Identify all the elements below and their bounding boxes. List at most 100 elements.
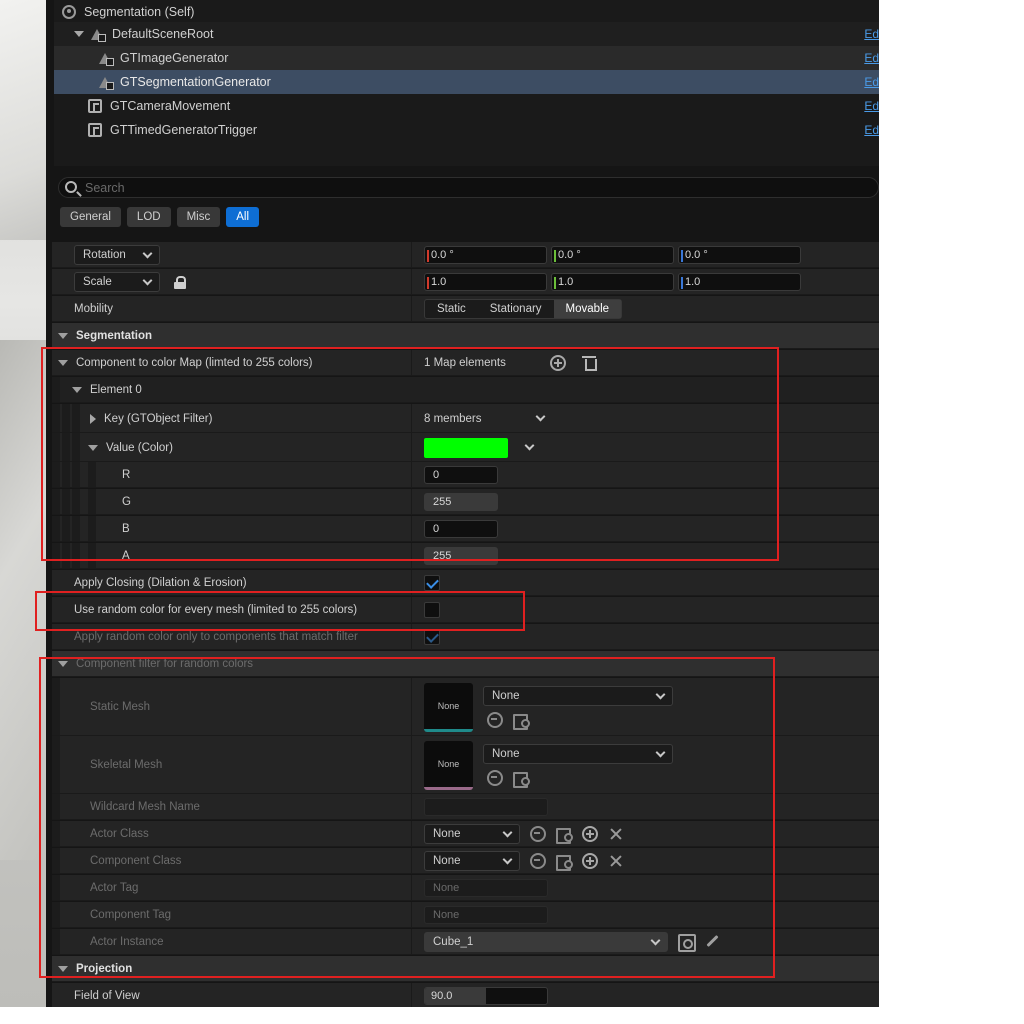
viewport-light xyxy=(0,0,46,240)
rotation-y-field[interactable]: 0.0 ° xyxy=(551,246,674,264)
use-selected-icon[interactable] xyxy=(487,712,503,728)
browse-asset-icon[interactable] xyxy=(556,853,573,871)
use-selected-icon[interactable] xyxy=(487,770,503,786)
tree-item-label: GTImageGenerator xyxy=(120,51,229,65)
browse-asset-icon[interactable] xyxy=(556,826,573,844)
edit-link[interactable]: Ed xyxy=(864,123,879,137)
element-0-row: Element 0 xyxy=(52,377,879,403)
r-row: R 0 xyxy=(52,462,879,488)
skeletal-mesh-dropdown[interactable]: None xyxy=(483,744,673,764)
add-element-icon[interactable] xyxy=(549,355,566,371)
actor-instance-label: Actor Instance xyxy=(90,936,164,948)
color-map-row: Component to color Map (limted to 255 co… xyxy=(52,350,879,376)
delete-icon[interactable] xyxy=(581,355,598,371)
scale-dropdown[interactable]: Scale xyxy=(74,272,160,292)
fov-slider[interactable]: 90.0 xyxy=(424,987,548,1005)
component-tag-row: Component Tag None xyxy=(52,902,879,928)
collapse-arrow-icon xyxy=(58,333,68,339)
random-filter-checkbox[interactable] xyxy=(424,629,440,645)
component-class-dropdown[interactable]: None xyxy=(424,851,520,871)
tab-misc[interactable]: Misc xyxy=(176,207,221,227)
tab-all[interactable]: All xyxy=(226,207,259,227)
lock-icon[interactable] xyxy=(174,276,186,289)
apply-closing-checkbox[interactable] xyxy=(424,575,440,591)
apply-closing-label: Apply Closing (Dilation & Erosion) xyxy=(74,577,247,589)
static-mesh-thumbnail[interactable]: None xyxy=(424,682,473,732)
tree-item-camera-movement[interactable]: GTCameraMovement Ed xyxy=(54,94,879,118)
actor-class-dropdown[interactable]: None xyxy=(424,824,520,844)
use-selected-icon[interactable] xyxy=(530,826,546,842)
category-component-filter[interactable]: Component filter for random colors xyxy=(52,651,879,677)
eyedropper-icon[interactable] xyxy=(704,934,720,950)
blueprint-self-icon xyxy=(62,5,76,19)
rotation-z-field[interactable]: 0.0 ° xyxy=(678,246,801,264)
scale-z-field[interactable]: 1.0 xyxy=(678,273,801,291)
chevron-down-icon xyxy=(535,411,546,422)
tree-item-label: GTSegmentationGenerator xyxy=(120,75,271,89)
expand-arrow-icon[interactable] xyxy=(90,413,96,424)
actor-component-icon xyxy=(88,99,102,113)
tree-item-label: Segmentation (Self) xyxy=(84,5,195,19)
tab-general[interactable]: General xyxy=(60,207,121,227)
tree-item-label: GTCameraMovement xyxy=(110,99,231,113)
mobility-static[interactable]: Static xyxy=(425,300,478,318)
skeletal-mesh-row: Skeletal Mesh None None xyxy=(52,736,879,794)
tree-item-timed-trigger[interactable]: GTTimedGeneratorTrigger Ed xyxy=(54,118,879,142)
tab-lod[interactable]: LOD xyxy=(126,207,171,227)
r-field[interactable]: 0 xyxy=(424,466,498,484)
actor-tag-row: Actor Tag None xyxy=(52,875,879,901)
tree-item-self[interactable]: Segmentation (Self) xyxy=(54,0,879,24)
add-icon[interactable] xyxy=(582,826,598,842)
rotation-dropdown[interactable]: Rotation xyxy=(74,245,160,265)
mobility-stationary[interactable]: Stationary xyxy=(478,300,554,318)
wildcard-row: Wildcard Mesh Name xyxy=(52,794,879,820)
tree-item-image-generator[interactable]: GTImageGenerator Ed xyxy=(54,46,879,70)
collapse-arrow-icon[interactable] xyxy=(58,360,68,366)
chevron-down-icon xyxy=(650,935,661,945)
tree-item-default-scene-root[interactable]: DefaultSceneRoot Ed xyxy=(54,22,879,46)
map-count: 1 Map elements xyxy=(424,357,506,369)
pick-actor-icon[interactable] xyxy=(678,934,696,952)
g-field[interactable]: 255 xyxy=(424,493,498,511)
a-field[interactable]: 255 xyxy=(424,547,498,565)
tree-item-segmentation-generator[interactable]: GTSegmentationGenerator Ed xyxy=(54,70,879,94)
b-label: B xyxy=(122,523,130,535)
chevron-down-icon xyxy=(655,747,666,757)
b-field[interactable]: 0 xyxy=(424,520,498,538)
edit-link[interactable]: Ed xyxy=(864,27,879,41)
edit-link[interactable]: Ed xyxy=(864,99,879,113)
actor-instance-dropdown[interactable]: Cube_1 xyxy=(424,932,668,952)
expand-arrow-icon[interactable] xyxy=(74,31,84,37)
mobility-movable[interactable]: Movable xyxy=(553,300,622,318)
actor-tag-input[interactable]: None xyxy=(424,879,548,897)
search-input[interactable]: Search xyxy=(58,177,879,198)
collapse-arrow-icon[interactable] xyxy=(72,387,82,393)
clear-icon[interactable] xyxy=(608,826,624,842)
details-panel: Segmentation (Self) DefaultSceneRoot Ed … xyxy=(46,0,879,1007)
scale-y-field[interactable]: 1.0 xyxy=(551,273,674,291)
key-members-dropdown[interactable]: 8 members xyxy=(424,409,552,429)
b-row: B 0 xyxy=(52,516,879,542)
add-icon[interactable] xyxy=(582,853,598,869)
wildcard-input[interactable] xyxy=(424,798,548,816)
use-selected-icon[interactable] xyxy=(530,853,546,869)
skeletal-mesh-thumbnail[interactable]: None xyxy=(424,740,473,790)
browse-asset-icon[interactable] xyxy=(513,712,530,730)
category-segmentation[interactable]: Segmentation xyxy=(52,323,879,349)
viewport-wall xyxy=(0,340,46,860)
search-icon xyxy=(65,181,77,193)
color-swatch[interactable] xyxy=(424,437,508,458)
clear-icon[interactable] xyxy=(608,853,624,869)
chevron-down-icon[interactable] xyxy=(524,440,535,451)
rotation-x-field[interactable]: 0.0 ° xyxy=(424,246,547,264)
random-color-checkbox[interactable] xyxy=(424,602,440,618)
component-tag-input[interactable]: None xyxy=(424,906,548,924)
edit-link[interactable]: Ed xyxy=(864,51,879,65)
collapse-arrow-icon[interactable] xyxy=(88,444,98,451)
category-projection[interactable]: Projection xyxy=(52,956,879,982)
browse-asset-icon[interactable] xyxy=(513,770,530,788)
static-mesh-dropdown[interactable]: None xyxy=(483,686,673,706)
scale-x-field[interactable]: 1.0 xyxy=(424,273,547,291)
static-mesh-label: Static Mesh xyxy=(90,701,151,713)
edit-link[interactable]: Ed xyxy=(864,75,879,89)
